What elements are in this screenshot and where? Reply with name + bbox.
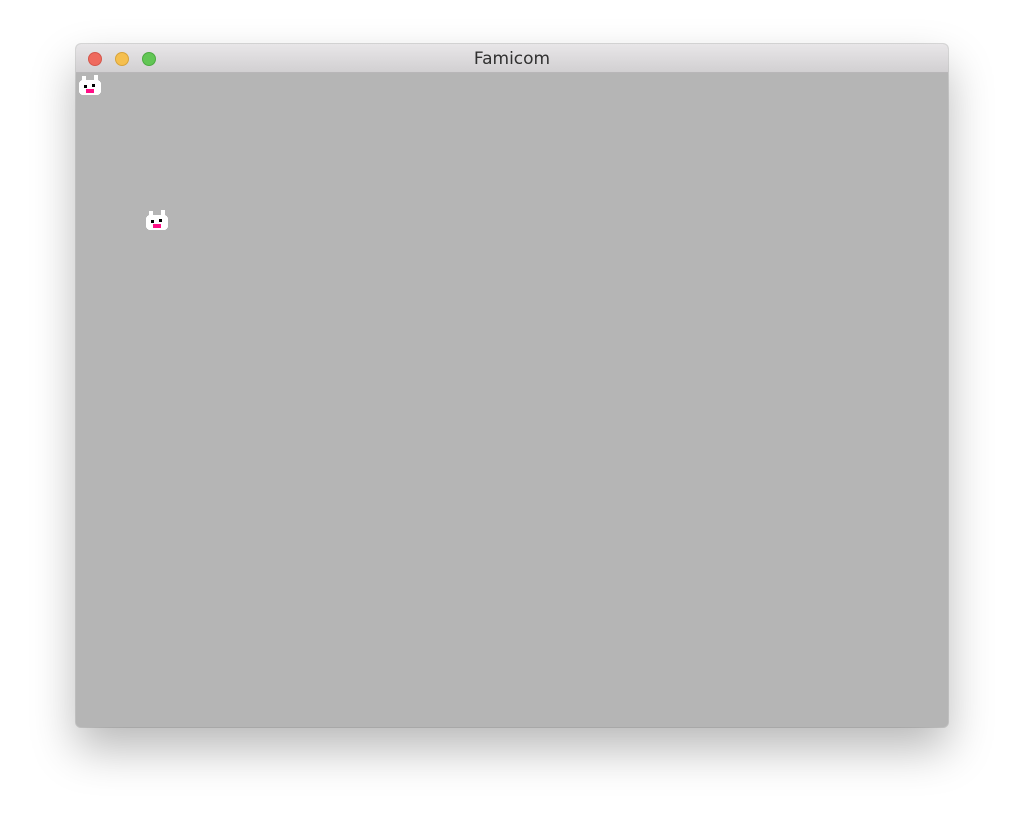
- window-title: Famicom: [473, 49, 551, 69]
- cat-face-sprite-icon: [76, 74, 104, 98]
- famicom-window: Famicom: [76, 44, 948, 727]
- cat-face-sprite-icon: [143, 209, 171, 233]
- window-titlebar[interactable]: Famicom: [76, 44, 948, 73]
- emulator-display[interactable]: [76, 73, 948, 727]
